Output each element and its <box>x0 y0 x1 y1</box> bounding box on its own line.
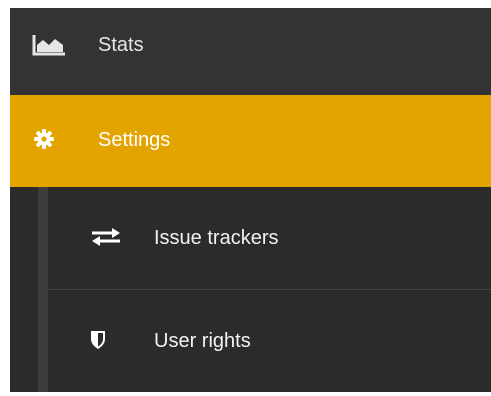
exchange-arrows-icon <box>90 227 122 247</box>
sidebar-item-settings[interactable]: Settings <box>10 95 491 187</box>
submenu-item-label: Issue trackers <box>154 227 279 249</box>
submenu-item-user-rights[interactable]: User rights <box>48 290 491 392</box>
submenu-item-label: User rights <box>154 330 251 352</box>
shield-icon <box>90 330 106 350</box>
gear-icon <box>34 129 54 149</box>
submenu-item-issue-trackers[interactable]: Issue trackers <box>48 187 491 290</box>
settings-submenu: Issue trackers User rights <box>10 187 491 392</box>
sidebar-item-label: Settings <box>98 129 171 151</box>
sidebar-nav: Stats Settings Issue trackers User right… <box>10 8 491 392</box>
sidebar-item-label: Stats <box>98 34 144 56</box>
submenu-indent-rail <box>38 187 48 392</box>
area-chart-icon <box>32 34 66 56</box>
sidebar-item-stats[interactable]: Stats <box>10 8 491 84</box>
